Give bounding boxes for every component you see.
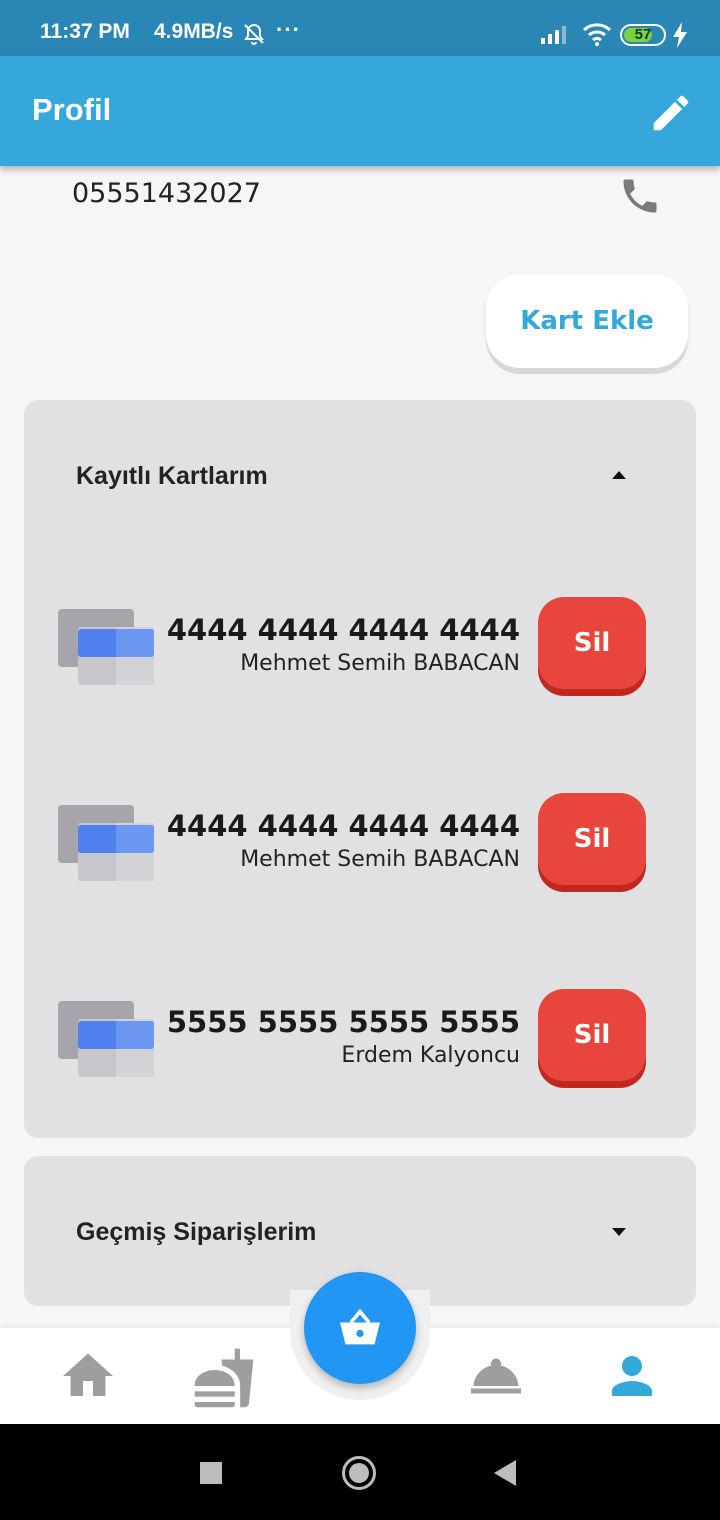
add-card-button[interactable]: Kart Ekle [486, 274, 688, 368]
edit-profile-button[interactable] [648, 90, 694, 136]
back-button[interactable] [494, 1460, 516, 1486]
cart-icon [340, 1308, 380, 1345]
nav-menu[interactable] [192, 1346, 254, 1408]
saved-cards-title: Kayıtlı Kartlarım [76, 462, 268, 490]
home-icon [63, 1353, 113, 1396]
card-holder: Mehmet Semih BABACAN [240, 847, 520, 872]
recents-button[interactable] [200, 1462, 222, 1484]
nav-home[interactable] [58, 1346, 118, 1406]
status-more: ··· [276, 17, 301, 42]
home-button[interactable] [342, 1456, 376, 1490]
nav-profile[interactable] [602, 1346, 662, 1406]
signal-icon [541, 24, 571, 49]
delete-card-button[interactable]: Sil [538, 793, 646, 885]
delete-card-button[interactable]: Sil [538, 989, 646, 1081]
card-number: 4444 4444 4444 4444 [166, 613, 520, 647]
room-service-icon [471, 1358, 521, 1394]
charging-icon [672, 22, 688, 53]
bell-off-icon [242, 22, 266, 51]
person-icon [612, 1356, 652, 1396]
phone-icon [623, 179, 657, 213]
call-button[interactable] [618, 174, 662, 223]
credit-card-icon [58, 805, 154, 881]
fastfood-icon [194, 1348, 254, 1408]
card-number: 5555 5555 5555 5555 [166, 1005, 520, 1039]
collapse-icon[interactable] [612, 471, 626, 479]
card-row: 4444 4444 4444 4444 Mehmet Semih BABACAN… [24, 597, 696, 701]
system-navigation-bar [0, 1424, 720, 1520]
phone-number: 05551432027 [72, 178, 261, 209]
status-time: 11:37 PM [40, 20, 130, 43]
app-bar: Profil [0, 56, 720, 166]
saved-cards-panel: Kayıtlı Kartlarım 4444 4444 4444 4444 Me… [24, 400, 696, 1138]
battery-icon: 57 [620, 24, 666, 46]
card-number: 4444 4444 4444 4444 [166, 809, 520, 843]
wifi-icon [582, 22, 612, 51]
credit-card-icon [58, 609, 154, 685]
cart-button[interactable] [304, 1272, 416, 1384]
delete-card-button[interactable]: Sil [538, 597, 646, 689]
status-bar: 11:37 PM 4.9MB/s ··· 57 [0, 0, 720, 56]
card-row: 4444 4444 4444 4444 Mehmet Semih BABACAN… [24, 793, 696, 897]
pencil-icon [653, 95, 689, 131]
card-holder: Erdem Kalyoncu [341, 1043, 520, 1068]
battery-level: 57 [634, 26, 652, 43]
credit-card-icon [58, 1001, 154, 1077]
card-holder: Mehmet Semih BABACAN [240, 651, 520, 676]
nav-orders[interactable] [466, 1346, 526, 1406]
expand-icon[interactable] [612, 1228, 626, 1236]
card-row: 5555 5555 5555 5555 Erdem Kalyoncu Sil [24, 989, 696, 1093]
status-network-speed: 4.9MB/s [154, 20, 234, 43]
page-title: Profil [32, 92, 112, 127]
past-orders-title: Geçmiş Siparişlerim [76, 1218, 317, 1246]
